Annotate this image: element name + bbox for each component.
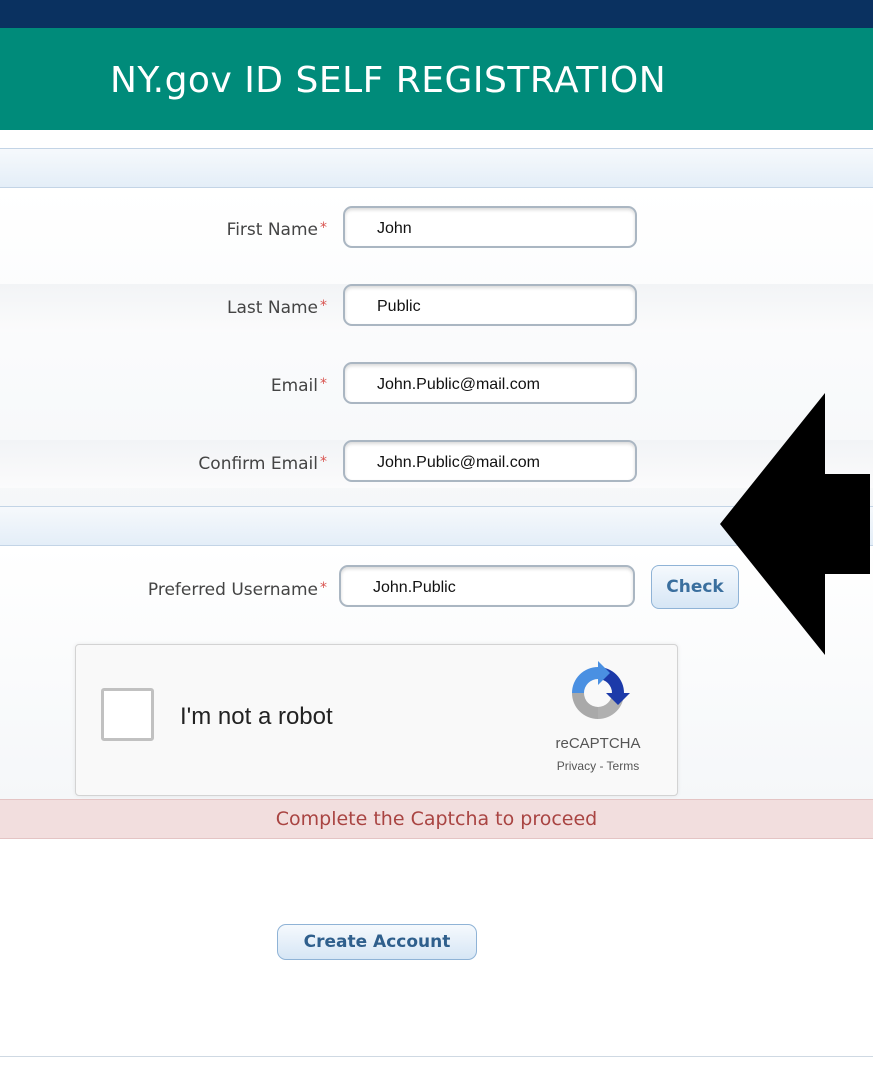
email-field[interactable]: John.Public@mail.com — [343, 362, 637, 404]
page-title: NY.gov ID SELF REGISTRATION — [110, 60, 667, 101]
required-marker: * — [320, 454, 327, 470]
confirm-email-field[interactable]: John.Public@mail.com — [343, 440, 637, 482]
top-bar — [0, 0, 873, 28]
last-name-field[interactable]: Public — [343, 284, 637, 326]
required-marker: * — [320, 376, 327, 392]
username-label: Preferred Username * — [147, 580, 327, 600]
first-name-label: First Name * — [226, 220, 327, 240]
recaptcha-widget: I'm not a robot reCAPTCHA Privacy - Term… — [75, 644, 678, 796]
create-account-button[interactable]: Create Account — [277, 924, 477, 960]
captcha-error-alert: Complete the Captcha to proceed — [0, 799, 873, 839]
confirm-email-label: Confirm Email * — [198, 454, 327, 474]
captcha-label: I'm not a robot — [180, 703, 333, 730]
recaptcha-brand: reCAPTCHA — [555, 735, 641, 752]
section-band — [0, 148, 873, 188]
footer-divider — [0, 1056, 873, 1057]
required-marker: * — [320, 298, 327, 314]
email-label: Email * — [270, 376, 327, 396]
recaptcha-privacy-terms-links[interactable]: Privacy - Terms — [516, 759, 680, 773]
recaptcha-logo-icon — [572, 661, 630, 719]
black-arrow-left-icon — [720, 393, 870, 655]
first-name-field[interactable]: John — [343, 206, 637, 248]
first-name-row: First Name * John — [0, 206, 873, 254]
captcha-checkbox[interactable] — [101, 688, 154, 741]
last-name-row: Last Name * Public — [0, 284, 873, 332]
username-field[interactable]: John.Public — [339, 565, 635, 607]
last-name-label: Last Name * — [227, 298, 327, 318]
required-marker: * — [320, 220, 327, 236]
page-header: NY.gov ID SELF REGISTRATION — [0, 28, 873, 130]
required-marker: * — [320, 580, 327, 596]
